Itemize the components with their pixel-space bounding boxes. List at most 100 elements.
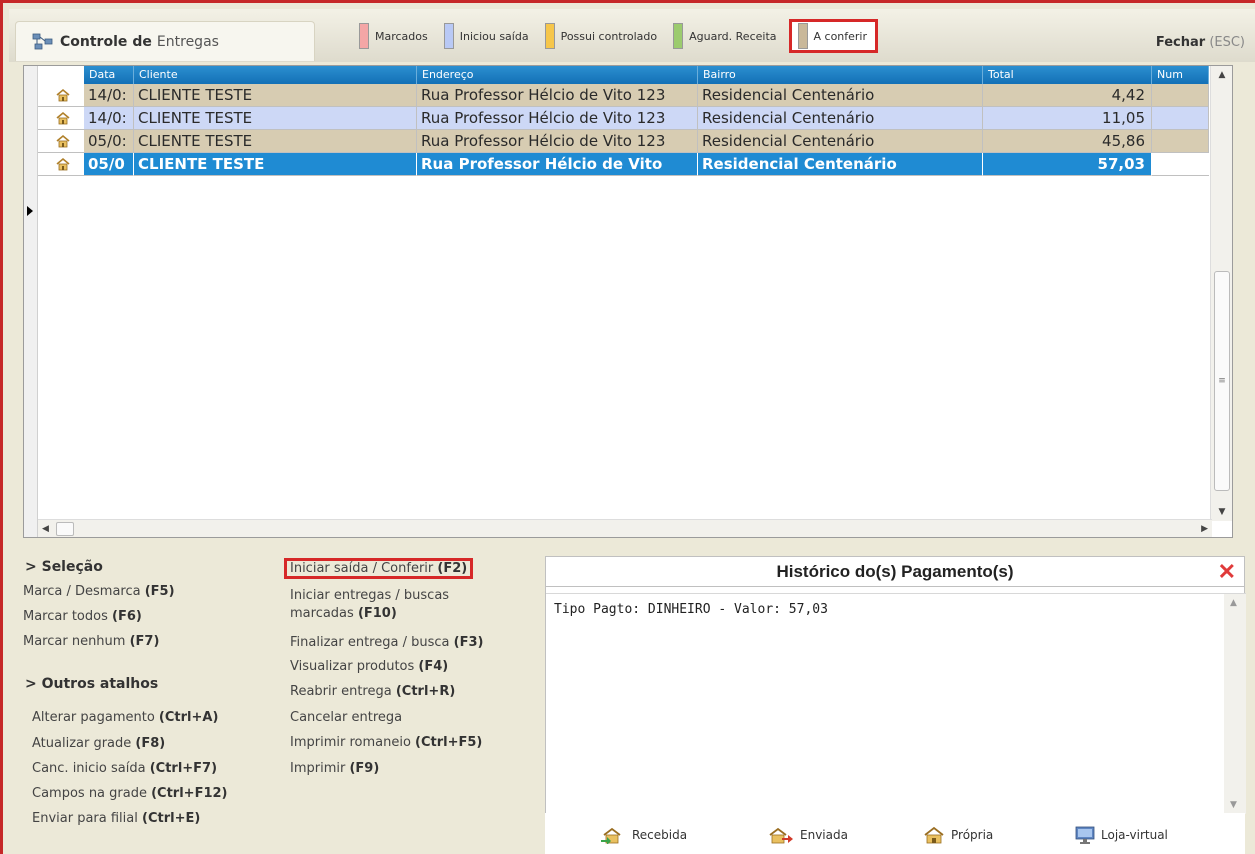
cell-endereco: Rua Professor Hélcio de Vito bbox=[417, 153, 698, 176]
scroll-up-icon[interactable]: ▲ bbox=[1211, 66, 1233, 84]
table-row-selected[interactable]: 05/0 CLIENTE TESTE Rua Professor Hélcio … bbox=[38, 153, 1209, 176]
cell-bairro: Residencial Centenário bbox=[698, 84, 983, 107]
origin-recebida: Recebida bbox=[600, 826, 687, 844]
legend-label: A conferir bbox=[813, 29, 868, 43]
header-total[interactable]: Total bbox=[983, 66, 1152, 84]
shortcut-label: Finalizar entrega / busca bbox=[290, 635, 450, 650]
cell-total: 45,86 bbox=[983, 130, 1152, 153]
vertical-scrollbar[interactable]: ▲ ≡ ▼ bbox=[1210, 66, 1232, 521]
cell-endereco: Rua Professor Hélcio de Vito 123 bbox=[417, 130, 698, 153]
shortcut-key: (F8) bbox=[135, 736, 166, 751]
shortcut-finalizar-entrega[interactable]: Finalizar entrega / busca (F3) bbox=[290, 635, 483, 650]
origin-cell bbox=[38, 107, 84, 130]
window-title-tab: Controle de Entregas bbox=[15, 21, 315, 61]
cell-cliente: CLIENTE TESTE bbox=[134, 84, 417, 107]
row-indicator-column bbox=[24, 66, 38, 537]
window-title-suffix: Entregas bbox=[156, 33, 219, 50]
window-header: Controle de Entregas Marcados Iniciou sa… bbox=[9, 9, 1255, 62]
shortcut-label: Visualizar produtos bbox=[290, 659, 415, 674]
shortcut-imprimir[interactable]: Imprimir (F9) bbox=[290, 761, 379, 776]
origin-label: Recebida bbox=[632, 828, 688, 842]
header-num[interactable]: Num bbox=[1152, 66, 1209, 84]
origin-enviada: Enviada bbox=[768, 826, 848, 844]
scroll-right-icon[interactable]: ▶ bbox=[1201, 520, 1208, 538]
table-row[interactable]: 14/0: CLIENTE TESTE Rua Professor Hélcio… bbox=[38, 84, 1209, 107]
close-icon[interactable]: ✕ bbox=[1218, 559, 1236, 585]
shortcut-marcar-todos[interactable]: Marcar todos (F6) bbox=[23, 609, 142, 624]
close-shortcut: (ESC) bbox=[1209, 35, 1245, 50]
shortcut-key: (Ctrl+E) bbox=[142, 811, 201, 826]
shortcut-label: Reabrir entrega bbox=[290, 684, 392, 699]
shortcut-key: (F5) bbox=[144, 584, 175, 599]
shortcut-label: Atualizar grade bbox=[32, 736, 132, 751]
table-row[interactable]: 14/0: CLIENTE TESTE Rua Professor Hélcio… bbox=[38, 107, 1209, 130]
cell-cliente: CLIENTE TESTE bbox=[134, 153, 417, 176]
legend-marcados: Marcados bbox=[351, 19, 436, 53]
shortcut-key: (Ctrl+F12) bbox=[151, 786, 228, 801]
selecao-heading: > Seleção bbox=[25, 559, 103, 575]
shortcut-cancelar-entrega[interactable]: Cancelar entrega bbox=[290, 710, 402, 725]
shortcut-label: Marcar todos bbox=[23, 609, 108, 624]
deliveries-grid[interactable]: Data Cliente Endereço Bairro Total Num 1… bbox=[23, 65, 1233, 538]
shortcut-iniciar-entregas[interactable]: Iniciar entregas / buscas marcadas (F10) bbox=[290, 587, 449, 623]
shortcut-marca-desmarca[interactable]: Marca / Desmarca (F5) bbox=[23, 584, 175, 599]
cell-data: 14/0: bbox=[84, 84, 134, 107]
shortcut-visualizar-produtos[interactable]: Visualizar produtos (F4) bbox=[290, 659, 448, 674]
horizontal-scroll-thumb[interactable] bbox=[56, 522, 74, 536]
horizontal-scrollbar[interactable]: ◀ ▶ bbox=[38, 519, 1212, 537]
table-row[interactable]: 05/0: CLIENTE TESTE Rua Professor Hélcio… bbox=[38, 130, 1209, 153]
origin-propria: Própria bbox=[923, 826, 993, 844]
header-icon-col bbox=[38, 66, 84, 84]
cell-endereco: Rua Professor Hélcio de Vito 123 bbox=[417, 84, 698, 107]
legend-label: Iniciou saída bbox=[459, 29, 529, 43]
shortcut-reabrir-entrega[interactable]: Reabrir entrega (Ctrl+R) bbox=[290, 684, 455, 699]
shortcut-alterar-pagamento[interactable]: Alterar pagamento (Ctrl+A) bbox=[32, 710, 218, 725]
shortcut-atualizar-grade[interactable]: Atualizar grade (F8) bbox=[32, 736, 165, 751]
header-endereco[interactable]: Endereço bbox=[417, 66, 698, 84]
header-cliente[interactable]: Cliente bbox=[134, 66, 417, 84]
shortcut-canc-inicio-saida[interactable]: Canc. inicio saída (Ctrl+F7) bbox=[32, 761, 217, 776]
cell-cliente: CLIENTE TESTE bbox=[134, 107, 417, 130]
origin-label: Enviada bbox=[800, 828, 848, 842]
scroll-down-icon[interactable]: ▼ bbox=[1211, 503, 1233, 521]
shortcut-marcar-nenhum[interactable]: Marcar nenhum (F7) bbox=[23, 634, 159, 649]
outros-atalhos-heading: > Outros atalhos bbox=[25, 676, 159, 692]
scroll-down-icon[interactable]: ▼ bbox=[1230, 800, 1237, 810]
shortcut-key: (F9) bbox=[349, 761, 380, 776]
origin-legend: Recebida Enviada Própria Loja-virtual bbox=[545, 813, 1245, 854]
shortcut-key: (Ctrl+R) bbox=[395, 684, 456, 699]
shortcut-imprimir-romaneio[interactable]: Imprimir romaneio (Ctrl+F5) bbox=[290, 735, 482, 750]
delivery-control-window: Controle de Entregas Marcados Iniciou sa… bbox=[0, 0, 1255, 854]
scroll-up-icon[interactable]: ▲ bbox=[1230, 598, 1237, 608]
vertical-scroll-thumb[interactable]: ≡ bbox=[1214, 271, 1230, 491]
header-data[interactable]: Data bbox=[84, 66, 134, 84]
payment-history-scrollbar[interactable]: ▲ ▼ bbox=[1224, 594, 1246, 814]
shortcut-campos-grade[interactable]: Campos na grade (Ctrl+F12) bbox=[32, 786, 227, 801]
shortcut-enviar-filial[interactable]: Enviar para filial (Ctrl+E) bbox=[32, 811, 200, 826]
house-sent-icon bbox=[769, 827, 793, 844]
close-label: Fechar bbox=[1155, 35, 1206, 50]
shortcut-key: (F4) bbox=[418, 659, 449, 674]
header-bairro[interactable]: Bairro bbox=[698, 66, 983, 84]
scroll-left-icon[interactable]: ◀ bbox=[42, 520, 49, 538]
shortcut-label: Marcar nenhum bbox=[23, 634, 126, 649]
payment-history-text: Tipo Pagto: DINHEIRO - Valor: 57,03 bbox=[554, 602, 828, 617]
shortcut-key: (F6) bbox=[112, 609, 142, 624]
cell-data: 14/0: bbox=[84, 107, 134, 130]
close-button[interactable]: Fechar (ESC) bbox=[1156, 35, 1245, 50]
window-title-mid: de bbox=[132, 33, 152, 50]
payment-history-textarea[interactable]: Tipo Pagto: DINHEIRO - Valor: 57,03 ▲ ▼ bbox=[546, 593, 1246, 819]
shortcut-iniciar-saida-conferir[interactable]: Iniciar saída / Conferir (F2) bbox=[284, 558, 474, 579]
legend-aguard-receita: Aguard. Receita bbox=[665, 19, 784, 53]
cell-bairro: Residencial Centenário bbox=[698, 130, 983, 153]
monitor-icon bbox=[1075, 826, 1095, 844]
legend-label: Marcados bbox=[375, 29, 428, 43]
shortcut-label: Imprimir romaneio bbox=[290, 735, 411, 750]
legend-swatch bbox=[673, 23, 684, 49]
legend-a-conferir: A conferir bbox=[788, 19, 879, 53]
cell-num bbox=[1152, 130, 1209, 153]
house-icon bbox=[56, 88, 70, 102]
cell-total: 11,05 bbox=[983, 107, 1152, 130]
house-own-icon bbox=[924, 826, 944, 844]
shortcut-label: Imprimir bbox=[290, 761, 346, 776]
